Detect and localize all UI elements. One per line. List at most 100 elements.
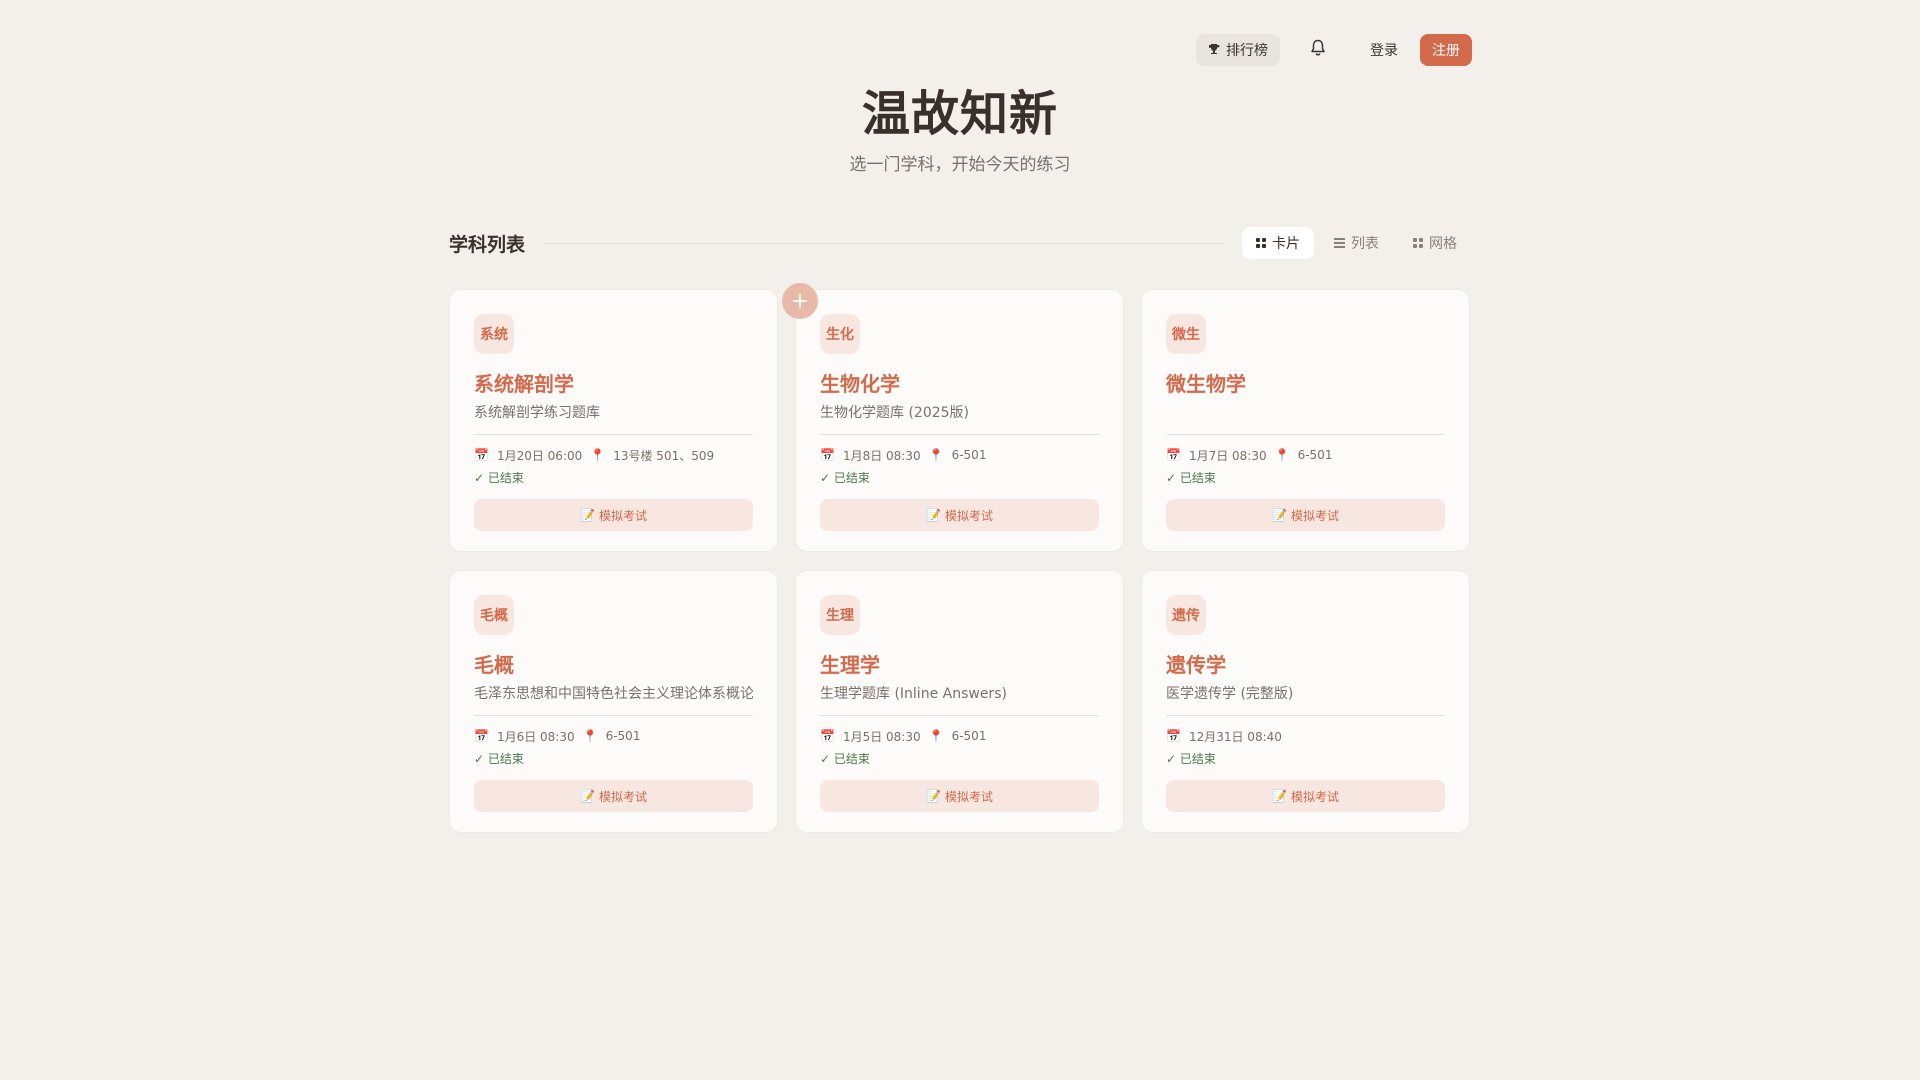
section-divider bbox=[543, 242, 1224, 244]
subject-title: 生理学 bbox=[820, 653, 880, 677]
view-option-label: 网格 bbox=[1429, 236, 1457, 252]
exam-date: 1月7日 08:30 bbox=[1188, 448, 1267, 463]
subject-title: 遗传学 bbox=[1166, 653, 1226, 677]
location-pin-icon: 📍 bbox=[590, 448, 606, 462]
subject-tag: 生化 bbox=[820, 314, 860, 354]
mock-exam-button[interactable]: 📝 模拟考试 bbox=[474, 780, 753, 812]
subject-card[interactable]: 毛概 毛概 毛泽东思想和中国特色社会主义理论体系概论 📅 1月6日 08:30 📍… bbox=[449, 570, 778, 833]
card-divider bbox=[474, 715, 753, 716]
card-divider bbox=[820, 434, 1099, 435]
mock-exam-label: 模拟考试 bbox=[944, 508, 993, 523]
mock-exam-button[interactable]: 📝 模拟考试 bbox=[1166, 499, 1445, 531]
calendar-icon: 📅 bbox=[1166, 729, 1181, 743]
mock-exam-label: 模拟考试 bbox=[1290, 789, 1339, 804]
add-subject-button[interactable]: + bbox=[782, 283, 818, 319]
exam-meta: 📅 1月5日 08:30 📍 6-501 bbox=[820, 728, 1099, 744]
view-option-label: 列表 bbox=[1351, 236, 1379, 252]
status-badge: ✓ 已结束 bbox=[1166, 471, 1216, 485]
login-button[interactable]: 登录 bbox=[1356, 34, 1412, 66]
view-option-list[interactable]: 列表 bbox=[1320, 227, 1393, 259]
subject-tag: 毛概 bbox=[474, 595, 514, 635]
calendar-icon: 📅 bbox=[820, 729, 835, 743]
subject-title: 系统解剖学 bbox=[474, 372, 574, 396]
location-pin-icon: 📍 bbox=[928, 729, 944, 743]
subject-tag: 系统 bbox=[474, 314, 514, 354]
subject-description bbox=[1166, 402, 1445, 422]
mock-exam-label: 模拟考试 bbox=[598, 789, 647, 804]
subject-card[interactable]: 遗传 遗传学 医学遗传学 (完整版) 📅 12月31日 08:40 ✓ 已结束 📝… bbox=[1141, 570, 1470, 833]
memo-icon: 📝 bbox=[1272, 789, 1287, 803]
exam-location: 6-501 bbox=[605, 729, 641, 743]
mock-exam-button[interactable]: 📝 模拟考试 bbox=[474, 499, 753, 531]
notifications-button[interactable] bbox=[1298, 34, 1338, 66]
exam-date: 1月20日 06:00 bbox=[496, 448, 583, 463]
list-icon bbox=[1334, 238, 1345, 248]
exam-date: 1月8日 08:30 bbox=[842, 448, 921, 463]
memo-icon: 📝 bbox=[926, 508, 941, 522]
grid-icon bbox=[1256, 238, 1266, 248]
register-button[interactable]: 注册 bbox=[1420, 34, 1472, 66]
card-divider bbox=[474, 434, 753, 435]
view-option-grid[interactable]: 网格 bbox=[1399, 227, 1471, 259]
mock-exam-label: 模拟考试 bbox=[598, 508, 647, 523]
memo-icon: 📝 bbox=[1272, 508, 1287, 522]
exam-meta: 📅 1月20日 06:00 📍 13号楼 501、509 bbox=[474, 447, 753, 463]
card-divider bbox=[820, 715, 1099, 716]
memo-icon: 📝 bbox=[926, 789, 941, 803]
subject-description: 毛泽东思想和中国特色社会主义理论体系概论 bbox=[474, 686, 753, 702]
view-option-label: 卡片 bbox=[1272, 236, 1300, 252]
calendar-icon: 📅 bbox=[474, 729, 489, 743]
subject-card-grid: 系统 系统解剖学 系统解剖学练习题库 📅 1月20日 06:00 📍 13号楼 50… bbox=[449, 289, 1471, 833]
mock-exam-button[interactable]: 📝 模拟考试 bbox=[820, 499, 1099, 531]
subject-description: 医学遗传学 (完整版) bbox=[1166, 686, 1294, 702]
view-option-cards[interactable]: 卡片 bbox=[1242, 227, 1314, 259]
exam-date: 1月6日 08:30 bbox=[496, 729, 575, 744]
calendar-icon: 📅 bbox=[820, 448, 835, 462]
page-subtitle: 选一门学科，开始今天的练习 bbox=[849, 155, 1071, 175]
subject-description: 系统解剖学练习题库 bbox=[474, 405, 600, 421]
subject-card[interactable]: 微生 微生物学 📅 1月7日 08:30 📍 6-501 ✓ 已结束 📝 模拟考试 bbox=[1141, 289, 1470, 552]
memo-icon: 📝 bbox=[580, 508, 595, 522]
exam-meta: 📅 1月7日 08:30 📍 6-501 bbox=[1166, 447, 1445, 463]
exam-meta: 📅 1月6日 08:30 📍 6-501 bbox=[474, 728, 753, 744]
section-header: 学科列表 卡片 列表 网格 bbox=[449, 226, 1471, 260]
view-switcher: 卡片 列表 网格 bbox=[1242, 227, 1471, 259]
card-divider bbox=[1166, 434, 1445, 435]
location-pin-icon: 📍 bbox=[582, 729, 598, 743]
mock-exam-button[interactable]: 📝 模拟考试 bbox=[1166, 780, 1445, 812]
page-title: 温故知新 bbox=[861, 86, 1058, 142]
status-badge: ✓ 已结束 bbox=[1166, 752, 1216, 766]
subject-card[interactable]: 系统 系统解剖学 系统解剖学练习题库 📅 1月20日 06:00 📍 13号楼 50… bbox=[449, 289, 778, 552]
status-badge: ✓ 已结束 bbox=[474, 471, 524, 485]
memo-icon: 📝 bbox=[580, 789, 595, 803]
location-pin-icon: 📍 bbox=[1274, 448, 1290, 462]
subject-card[interactable]: 生化 生物化学 生物化学题库 (2025版) 📅 1月8日 08:30 📍 6-50… bbox=[795, 289, 1124, 552]
calendar-icon: 📅 bbox=[474, 448, 489, 462]
exam-date: 12月31日 08:40 bbox=[1188, 729, 1282, 744]
exam-location: 6-501 bbox=[951, 448, 987, 462]
subject-description: 生理学题库 (Inline Answers) bbox=[820, 686, 1007, 702]
section-title: 学科列表 bbox=[449, 233, 526, 256]
top-nav: 排行榜 登录 注册 bbox=[1196, 34, 1472, 66]
leaderboard-label: 排行榜 bbox=[1226, 43, 1268, 59]
exam-date: 1月5日 08:30 bbox=[842, 729, 921, 744]
subject-title: 微生物学 bbox=[1166, 372, 1246, 396]
leaderboard-button[interactable]: 排行榜 bbox=[1196, 34, 1280, 66]
subject-card[interactable]: 生理 生理学 生理学题库 (Inline Answers) 📅 1月5日 08:3… bbox=[795, 570, 1124, 833]
card-divider bbox=[1166, 715, 1445, 716]
exam-location: 13号楼 501、509 bbox=[613, 448, 715, 463]
subject-title: 生物化学 bbox=[820, 372, 900, 396]
mock-exam-label: 模拟考试 bbox=[944, 789, 993, 804]
status-badge: ✓ 已结束 bbox=[820, 752, 870, 766]
exam-meta: 📅 12月31日 08:40 bbox=[1166, 728, 1445, 744]
trophy-icon bbox=[1208, 43, 1220, 58]
bell-icon bbox=[1310, 39, 1326, 61]
mock-exam-button[interactable]: 📝 模拟考试 bbox=[820, 780, 1099, 812]
subject-tag: 微生 bbox=[1166, 314, 1206, 354]
subject-tag: 生理 bbox=[820, 595, 860, 635]
status-badge: ✓ 已结束 bbox=[474, 752, 524, 766]
exam-location: 6-501 bbox=[951, 729, 987, 743]
subject-title: 毛概 bbox=[474, 653, 514, 677]
status-badge: ✓ 已结束 bbox=[820, 471, 870, 485]
calendar-icon: 📅 bbox=[1166, 448, 1181, 462]
